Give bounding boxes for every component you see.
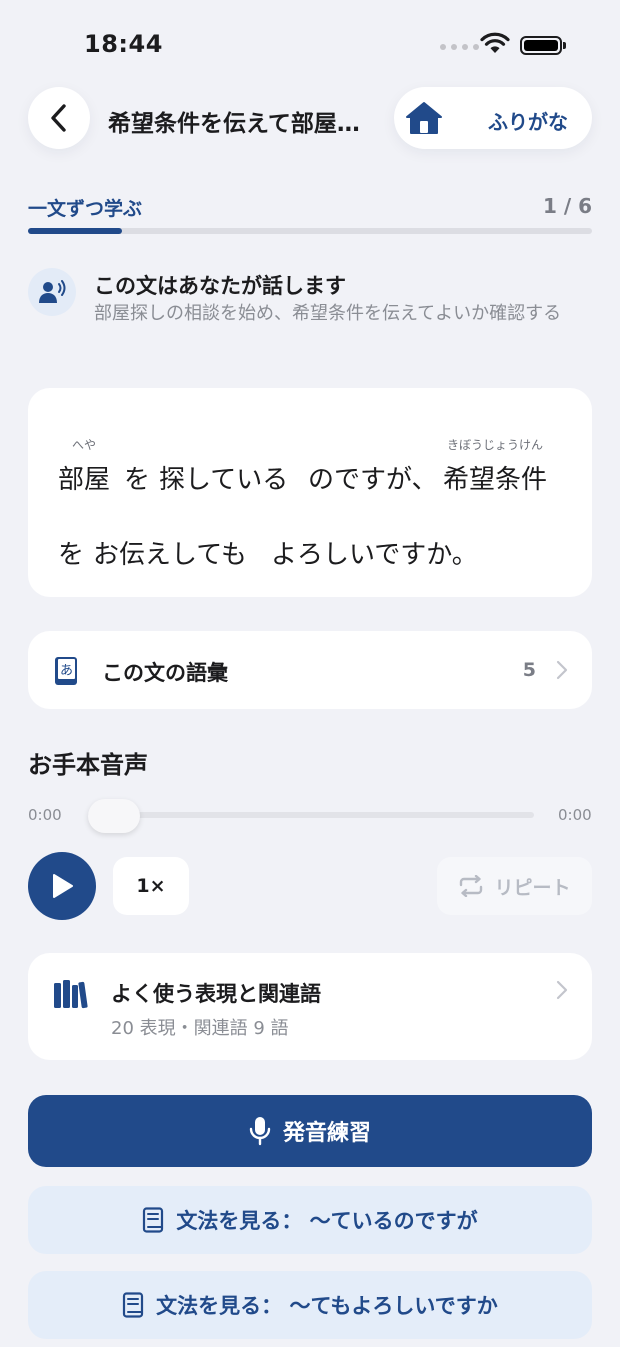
- audio-scrubber-thumb[interactable]: [88, 799, 140, 833]
- grammar-button-2[interactable]: 文法を見る： 〜てもよろしいですか: [28, 1271, 592, 1339]
- sentence-word[interactable]: お伝えしても: [93, 534, 247, 571]
- books-icon: [52, 978, 88, 1014]
- audio-total-time: 0:00: [558, 806, 592, 824]
- sentence-word[interactable]: よろしいですか。: [271, 534, 478, 571]
- vocab-count: 5: [522, 659, 536, 681]
- sentence-word[interactable]: 希望条件: [443, 459, 547, 496]
- battery-tip: [563, 42, 566, 49]
- speaker-heading: この文はあなたが話します: [94, 274, 346, 298]
- speaker-badge: [28, 268, 76, 316]
- ruby-kibou-jouken: きぼうじょうけん: [447, 438, 544, 452]
- vocab-label: この文の語彙: [102, 661, 228, 685]
- person-speaking-icon: [39, 280, 66, 303]
- back-button[interactable]: [28, 87, 90, 149]
- microphone-icon: [249, 1117, 271, 1146]
- furigana-toggle[interactable]: ふりがな: [488, 106, 568, 135]
- playback-speed-button[interactable]: 1×: [113, 857, 189, 915]
- sentence-word[interactable]: を: [124, 459, 150, 496]
- grammar-label-2: 文法を見る： 〜てもよろしいですか: [156, 1294, 498, 1318]
- progress-bar: [28, 228, 592, 234]
- chevron-right-icon: [556, 660, 568, 684]
- grammar-button-1[interactable]: 文法を見る： 〜ているのですが: [28, 1186, 592, 1254]
- speaker-description: 部屋探しの相談を始め、希望条件を伝えてよいか確認する: [94, 303, 562, 324]
- repeat-icon: [460, 875, 483, 897]
- home-button[interactable]: [404, 100, 444, 140]
- battery-icon: [520, 36, 562, 55]
- grammar-label-1: 文法を見る： 〜ているのですが: [176, 1209, 478, 1233]
- ruby-heya: へや: [72, 438, 97, 452]
- study-mode-label: 一文ずつ学ぶ: [28, 198, 143, 220]
- audio-heading: お手本音声: [28, 751, 148, 779]
- svg-text:あ: あ: [60, 664, 73, 679]
- sentence-word[interactable]: のですが、: [308, 459, 437, 496]
- repeat-label: リピート: [494, 876, 571, 899]
- practice-label: 発音練習: [282, 1121, 371, 1146]
- play-icon: [53, 874, 73, 898]
- home-icon: [406, 102, 442, 134]
- cellular-signal-icon: [440, 44, 479, 50]
- audio-scrubber[interactable]: [88, 812, 534, 818]
- pronunciation-practice-button[interactable]: 発音練習: [28, 1095, 592, 1167]
- chevron-left-icon: [51, 104, 66, 132]
- dictionary-icon: あ: [54, 656, 78, 690]
- grammar-book-icon: [143, 1207, 164, 1233]
- audio-current-time: 0:00: [28, 806, 62, 824]
- sentence-word[interactable]: 探している: [159, 459, 288, 496]
- play-button[interactable]: [28, 852, 96, 920]
- chevron-right-icon: [556, 980, 568, 1004]
- sentence-counter: 1 / 6: [542, 194, 592, 218]
- expressions-title: よく使う表現と関連語: [111, 982, 321, 1006]
- sentence-word[interactable]: 部屋: [58, 459, 110, 496]
- status-time: 18:44: [84, 30, 163, 58]
- progress-fill: [28, 228, 122, 234]
- expressions-subtitle: 20 表現・関連語 9 語: [111, 1018, 289, 1039]
- grammar-book-icon: [123, 1292, 144, 1318]
- repeat-button[interactable]: リピート: [437, 857, 592, 915]
- wifi-icon: [480, 32, 510, 58]
- sentence-word[interactable]: を: [58, 534, 84, 571]
- page-title: 希望条件を伝えて部屋…: [108, 111, 360, 137]
